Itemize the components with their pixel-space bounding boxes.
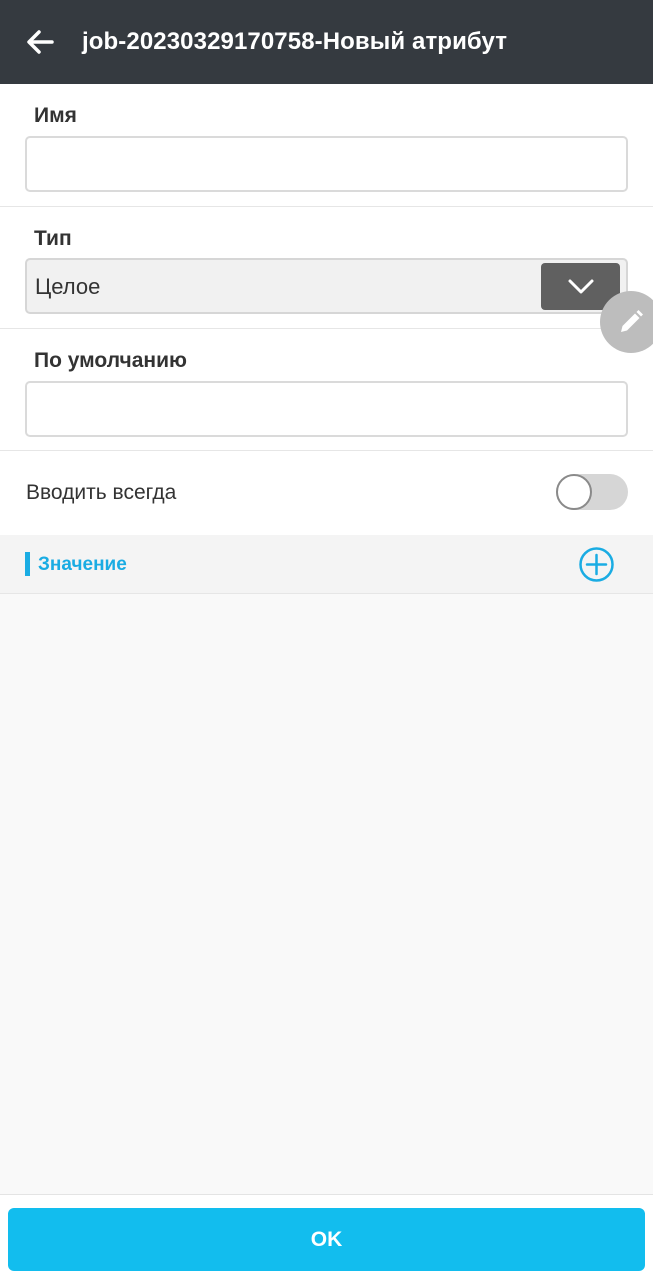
always-input-row: Вводить всегда	[0, 451, 653, 536]
name-label: Имя	[34, 104, 77, 127]
type-label: Тип	[34, 227, 72, 250]
values-section-header: Значение	[0, 535, 653, 594]
add-value-button[interactable]	[578, 546, 615, 583]
arrow-left-icon	[27, 30, 54, 54]
always-input-label: Вводить всегда	[26, 481, 177, 504]
page-title: job-20230329170758-Новый атрибут	[82, 28, 508, 55]
back-button[interactable]	[20, 22, 60, 62]
footer-bar: OK	[0, 1194, 653, 1280]
toggle-knob	[556, 474, 592, 510]
type-field-block: Тип Целое	[0, 207, 653, 329]
attribute-form: Имя Тип Целое По умолчанию Вводить всегд…	[0, 84, 653, 536]
ok-button[interactable]: OK	[8, 1208, 645, 1271]
name-input[interactable]	[25, 136, 628, 192]
type-select[interactable]: Целое	[25, 258, 628, 314]
always-input-toggle[interactable]	[556, 474, 628, 510]
values-section-title: Значение	[38, 554, 127, 575]
type-select-value: Целое	[35, 274, 101, 299]
plus-circle-icon	[579, 547, 614, 582]
name-field-block: Имя	[0, 84, 653, 207]
default-field-block: По умолчанию	[0, 329, 653, 451]
edit-fab-button[interactable]	[600, 291, 653, 353]
app-header: job-20230329170758-Новый атрибут	[0, 0, 653, 84]
pencil-icon	[621, 310, 643, 332]
default-label: По умолчанию	[34, 349, 187, 372]
chevron-down-icon	[568, 279, 593, 293]
page: job-20230329170758-Новый атрибут Имя Тип…	[0, 0, 653, 1280]
section-accent-bar	[25, 552, 30, 576]
default-input[interactable]	[25, 381, 628, 437]
